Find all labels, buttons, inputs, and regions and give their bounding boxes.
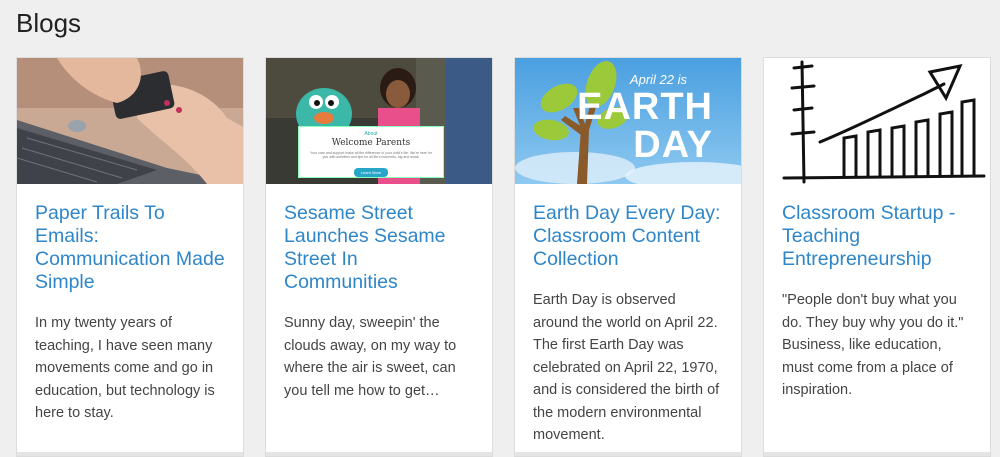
learn-more-button[interactable]: Learn More [353, 168, 389, 177]
earth-day-word-earth: EARTH [577, 86, 713, 128]
blog-card-excerpt: In my twenty years of teaching, I have s… [35, 315, 215, 421]
blog-card-excerpt: Sunny day, sweepin' the clouds away, on … [284, 315, 457, 399]
banner-about-label: About [364, 131, 378, 137]
card-divider [764, 452, 990, 456]
blog-card-title[interactable]: Earth Day Every Day: Classroom Content C… [533, 202, 723, 271]
welcome-parents-banner: About Welcome Parents Your care and supp… [298, 126, 444, 178]
blog-card-excerpt: "People don't buy what you do. They buy … [782, 292, 964, 398]
earth-day-word-day: DAY [633, 124, 713, 166]
blog-card[interactable]: April 22 is EARTH DAY Earth Day Every Da… [514, 57, 742, 457]
banner-heading: Welcome Parents [331, 138, 411, 148]
banner-description: Your care and support make all the diffe… [310, 151, 432, 159]
laptop-phone-photo [17, 58, 243, 184]
card-divider [17, 452, 243, 456]
sketch-bar-chart-illustration [764, 58, 990, 184]
blog-card-image[interactable] [17, 58, 243, 184]
page-title: Blogs [16, 8, 82, 38]
blog-card[interactable]: Classroom Startup - Teaching Entrepreneu… [763, 57, 991, 457]
blog-card-title[interactable]: Sesame Street Launches Sesame Street In … [284, 202, 474, 294]
blog-card[interactable]: About Welcome Parents Your care and supp… [265, 57, 493, 457]
blog-card-excerpt: Earth Day is observed around the world o… [533, 292, 720, 443]
card-divider [515, 452, 741, 456]
blog-card[interactable]: Paper Trails To Emails: Communication Ma… [16, 57, 244, 457]
blog-card-image[interactable]: About Welcome Parents Your care and supp… [266, 58, 492, 184]
blog-card-title[interactable]: Paper Trails To Emails: Communication Ma… [35, 202, 225, 294]
blog-card-title[interactable]: Classroom Startup - Teaching Entrepreneu… [782, 202, 972, 271]
card-divider [266, 452, 492, 456]
blog-card-image[interactable] [764, 58, 990, 184]
blog-card-image[interactable]: April 22 is EARTH DAY [515, 58, 741, 184]
earth-day-date-text: April 22 is [629, 72, 687, 87]
